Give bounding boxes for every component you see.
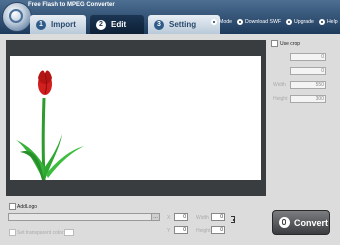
help-icon	[318, 19, 325, 25]
logo-width-label: Width	[196, 215, 209, 221]
convert-label: Convert	[294, 217, 329, 228]
add-logo-checkbox[interactable]	[9, 203, 16, 210]
tab-import-label: Import	[51, 20, 76, 29]
convert-button[interactable]: Convert	[272, 210, 330, 235]
pos-x-label: X	[167, 215, 171, 221]
crop-field-2[interactable]: 0	[290, 67, 326, 75]
tab-import[interactable]: 1 Import	[30, 15, 86, 34]
tulip-image	[16, 70, 84, 181]
menu-mode-label: Mode	[219, 19, 232, 25]
logo-height-field[interactable]: 0	[211, 226, 225, 234]
tab-import-number: 1	[36, 19, 46, 30]
tab-edit[interactable]: 2 Edit	[90, 15, 144, 34]
app-window: Free Flash to MPEG Converter 1 Import 2 …	[0, 0, 340, 245]
logo-height-label: Height	[196, 228, 211, 234]
pos-y-label: Y	[167, 228, 171, 234]
crop-width-label: Width	[273, 82, 286, 88]
tab-setting-label: Setting	[169, 20, 197, 29]
pos-y-field[interactable]: 0	[174, 226, 188, 234]
menu-help[interactable]: Help	[318, 19, 338, 25]
header-bar: Free Flash to MPEG Converter 1 Import 2 …	[0, 0, 340, 34]
crop-height-label: Height	[273, 96, 288, 102]
logo-width-field[interactable]: 0	[211, 213, 225, 221]
transparent-color-swatch[interactable]	[64, 229, 74, 236]
crop-width-field[interactable]: 550	[290, 81, 326, 89]
top-menu: Mode Download SWF Upgrade Help	[206, 17, 338, 27]
add-logo-label: AddLogo	[17, 204, 38, 210]
use-crop-label: Use crop	[280, 41, 301, 47]
browse-icon[interactable]: …	[151, 214, 159, 220]
pos-x-field[interactable]: 0	[174, 213, 188, 221]
crop-field-1[interactable]: 0	[290, 53, 326, 61]
convert-icon	[279, 217, 290, 228]
menu-upgrade-label: Upgrade	[294, 19, 314, 25]
menu-help-label: Help	[326, 19, 338, 25]
set-transparent-checkbox[interactable]	[9, 229, 16, 236]
use-crop-checkbox[interactable]	[271, 40, 278, 47]
logo-path-combo[interactable]: …	[8, 213, 160, 221]
upgrade-icon	[286, 19, 293, 25]
set-transparent-label: Set transparent color	[17, 230, 64, 236]
preview-frame	[6, 40, 266, 196]
menu-upgrade[interactable]: Upgrade	[286, 19, 314, 25]
mode-icon	[211, 19, 217, 25]
aspect-lock-dot	[233, 219, 235, 221]
menu-download-swf[interactable]: Download SWF	[236, 19, 282, 25]
window-title: Free Flash to MPEG Converter	[28, 2, 115, 8]
menu-mode[interactable]: Mode	[211, 19, 232, 25]
download-icon	[236, 19, 243, 25]
tab-edit-number: 2	[96, 19, 106, 30]
menu-download-swf-label: Download SWF	[244, 19, 282, 25]
crop-height-field[interactable]: 300	[290, 95, 326, 103]
tab-setting-number: 3	[154, 19, 164, 30]
preview-canvas	[10, 56, 261, 181]
tab-edit-label: Edit	[111, 20, 127, 29]
